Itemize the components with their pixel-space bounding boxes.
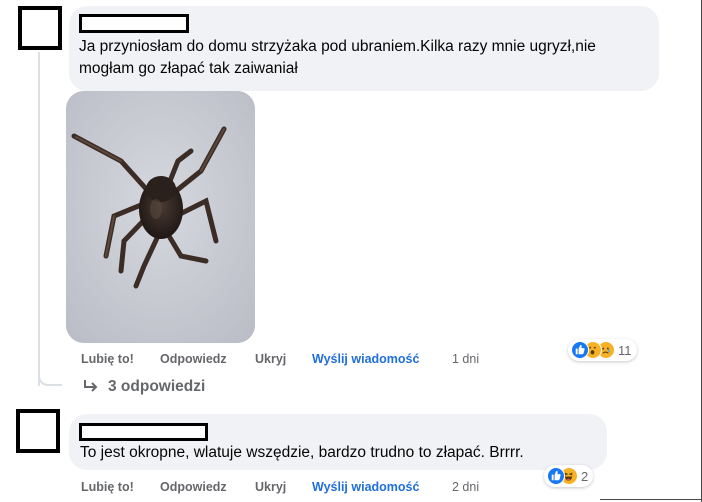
like-icon [547, 467, 565, 485]
reactions-count: 2 [581, 468, 589, 484]
thread-line [38, 52, 40, 386]
view-replies-link[interactable]: 3 odpowiedzi [82, 378, 205, 396]
reply-arrow-icon [84, 380, 98, 392]
hide-button[interactable]: Ukryj [255, 352, 286, 366]
timestamp[interactable]: 2 dni [452, 480, 479, 494]
reactions-summary[interactable]: 2 [544, 465, 594, 487]
avatar[interactable] [18, 6, 62, 50]
page-bottom-border [600, 499, 702, 500]
reply-button[interactable]: Odpowiedz [160, 352, 227, 366]
like-icon [571, 341, 589, 359]
reactions-summary[interactable]: 11 [568, 339, 637, 361]
send-message-button[interactable]: Wyślij wiadomość [312, 480, 419, 494]
thread-connector [38, 368, 62, 386]
comment-photo[interactable] [66, 91, 255, 343]
comment-text: Ja przyniosłam do domu strzyżaka pod ubr… [79, 38, 596, 77]
author-name-redacted[interactable] [79, 423, 208, 441]
hide-button[interactable]: Ukryj [255, 480, 286, 494]
like-button[interactable]: Lubię to! [81, 480, 134, 494]
reply-button[interactable]: Odpowiedz [160, 480, 227, 494]
like-button[interactable]: Lubię to! [81, 352, 134, 366]
spider-photo-image [66, 91, 255, 343]
timestamp[interactable]: 1 dni [452, 352, 479, 366]
author-name-redacted[interactable] [79, 14, 189, 33]
reactions-count: 11 [618, 342, 632, 358]
avatar[interactable] [16, 409, 60, 453]
send-message-button[interactable]: Wyślij wiadomość [312, 352, 419, 366]
comment-text: To jest okropne, wlatuje wszędzie, bardz… [80, 444, 524, 461]
replies-count-label: 3 odpowiedzi [108, 378, 206, 395]
